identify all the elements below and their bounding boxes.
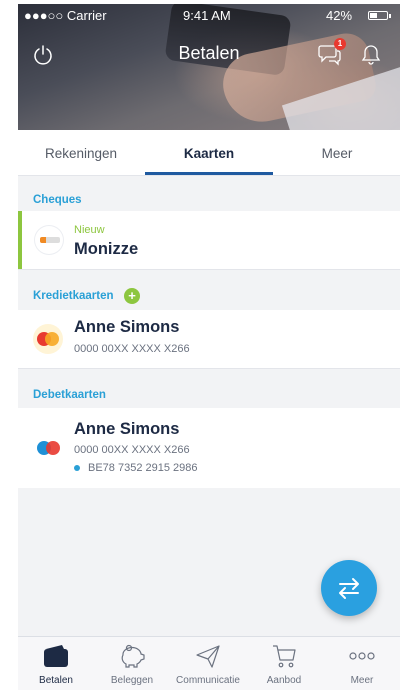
- card-item-credit[interactable]: Anne Simons 0000 00XX XXXX X266: [18, 310, 400, 368]
- status-bar: ●●●○○ Carrier 9:41 AM 42%: [18, 4, 400, 26]
- tab-rekeningen[interactable]: Rekeningen: [21, 146, 141, 161]
- divider: [18, 368, 400, 369]
- tab-bar: Rekeningen Kaarten Meer: [18, 130, 400, 176]
- cart-icon: [273, 645, 296, 668]
- divider: [18, 269, 400, 270]
- linked-account-number: BE78 7352 2915 2986: [88, 462, 198, 474]
- header-photo: ●●●○○ Carrier 9:41 AM 42% Betalen 1: [18, 4, 400, 163]
- carrier-label: ●●●○○ Carrier: [24, 8, 107, 23]
- card-number: 0000 00XX XXXX X266: [74, 444, 190, 456]
- mastercard-logo-icon: [33, 324, 63, 354]
- nav-item-aanbod[interactable]: Aanbod: [246, 637, 322, 690]
- nav-label: Betalen: [39, 675, 73, 686]
- nav-label: Beleggen: [110, 675, 154, 686]
- battery-percentage: 42%: [326, 8, 353, 23]
- card-number: 0000 00XX XXXX X266: [74, 343, 190, 355]
- section-label-kredietkaarten: Kredietkaarten: [33, 290, 114, 302]
- nav-item-betalen[interactable]: Betalen: [18, 637, 94, 690]
- nav-item-beleggen[interactable]: Beleggen: [94, 637, 170, 690]
- new-item-accent: [18, 211, 22, 269]
- nav-label: Aanbod: [266, 675, 302, 686]
- wallet-icon: [44, 645, 68, 667]
- nav-item-meer[interactable]: Meer: [324, 637, 400, 690]
- nav-label: Communicatie: [176, 675, 240, 686]
- card-name: Monizze: [74, 240, 139, 258]
- active-tab-indicator: [145, 172, 273, 175]
- card-status-label: Nieuw: [74, 224, 105, 236]
- transfer-arrows-icon: [339, 578, 359, 599]
- maestro-logo-icon: [37, 441, 61, 457]
- status-time: 9:41 AM: [183, 8, 231, 23]
- notification-badge: 1: [334, 38, 346, 50]
- nav-item-communicatie[interactable]: Communicatie: [170, 637, 246, 690]
- card-item-monizze[interactable]: Nieuw Monizze: [18, 211, 400, 269]
- card-holder-name: Anne Simons: [74, 318, 180, 336]
- account-dot-icon: [74, 465, 80, 471]
- nav-label: Meer: [350, 675, 374, 686]
- piggy-bank-icon: [121, 644, 145, 668]
- tab-meer[interactable]: Meer: [277, 146, 397, 161]
- app-screen: ●●●○○ Carrier 9:41 AM 42% Betalen 1 Reke…: [18, 4, 400, 690]
- card-holder-name: Anne Simons: [74, 420, 180, 438]
- add-credit-card-icon[interactable]: +: [124, 288, 140, 304]
- section-label-cheques: Cheques: [33, 194, 82, 206]
- tab-kaarten[interactable]: Kaarten: [149, 146, 269, 161]
- card-item-debit[interactable]: Anne Simons 0000 00XX XXXX X266 BE78 735…: [18, 408, 400, 488]
- battery-icon: [368, 11, 391, 20]
- section-label-debetkaarten: Debetkaarten: [33, 389, 106, 401]
- more-icon: [349, 652, 375, 660]
- bell-icon[interactable]: [360, 43, 382, 65]
- monizze-logo-icon: [34, 225, 64, 255]
- paper-plane-icon: [196, 645, 220, 668]
- bottom-navigation: Betalen Beleggen Communicatie Aanbod Mee…: [18, 636, 400, 690]
- transfer-button[interactable]: [321, 560, 377, 616]
